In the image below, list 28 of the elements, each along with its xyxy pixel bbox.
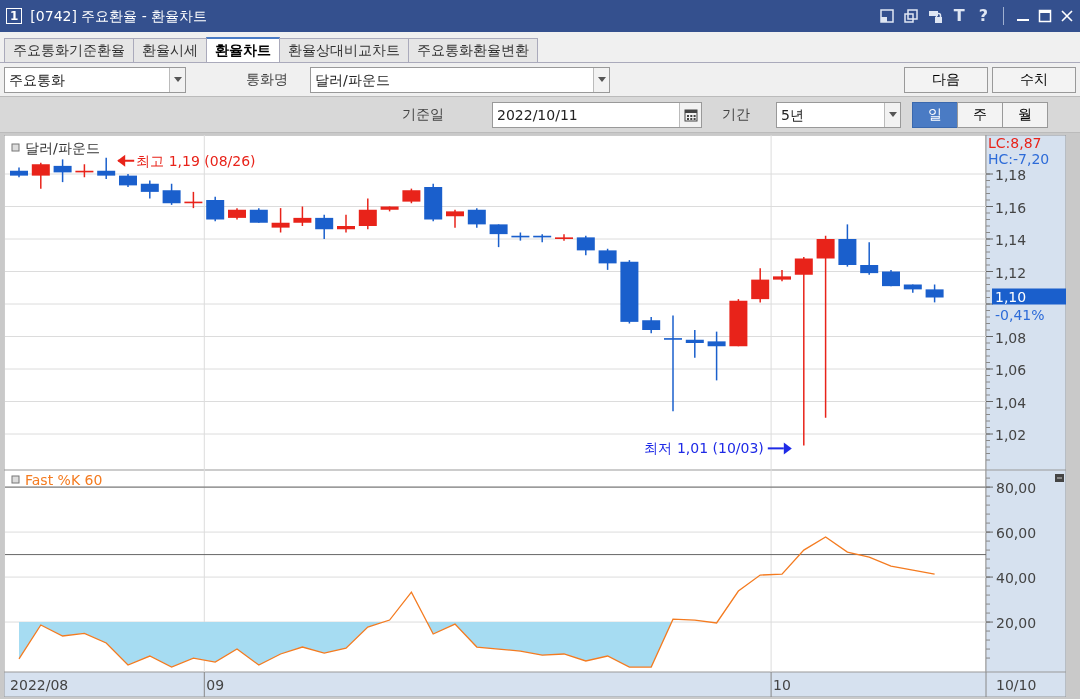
window-title: [0742] 주요환율 - 환율차트 <box>30 6 208 26</box>
hc-value: HC:-7,20 <box>988 151 1050 167</box>
axis-label: 80,00 <box>996 480 1037 497</box>
axis-label: 40,00 <box>996 570 1037 587</box>
high-annotation: 최고 1,19 (08/26) <box>136 152 256 169</box>
legend-label: Fast %K 60 <box>25 472 103 488</box>
axis-label: 1,16 <box>995 199 1027 216</box>
lc-value: LC:8,87 <box>988 135 1042 151</box>
change-percent: -0,41% <box>995 306 1045 323</box>
period-label: 기간 <box>722 105 750 124</box>
low-annotation: 최저 1,01 (10/03) <box>644 440 764 457</box>
window-number-badge: 1 <box>6 8 23 24</box>
axis-label: 60,00 <box>996 525 1037 542</box>
date-label: 기준일 <box>402 105 444 124</box>
axis-label: 1,08 <box>995 329 1027 346</box>
axis-label: 10 <box>773 677 791 693</box>
legend-label: 달러/파운드 <box>25 140 100 156</box>
axis-label: 1,02 <box>995 427 1027 443</box>
currency-label: 통화명 <box>246 70 288 89</box>
axis-label: 1,18 <box>995 167 1027 183</box>
axis-label: 09 <box>206 677 225 693</box>
axis-label: 20,00 <box>996 615 1037 632</box>
axis-label: 1,14 <box>995 232 1027 248</box>
axis-label: 1,04 <box>995 394 1027 411</box>
axis-label: 10/10 <box>996 677 1037 693</box>
axis-label: 2022/08 <box>10 677 69 693</box>
axis-label: 1,12 <box>995 264 1027 281</box>
axis-label: 1,06 <box>995 362 1027 378</box>
